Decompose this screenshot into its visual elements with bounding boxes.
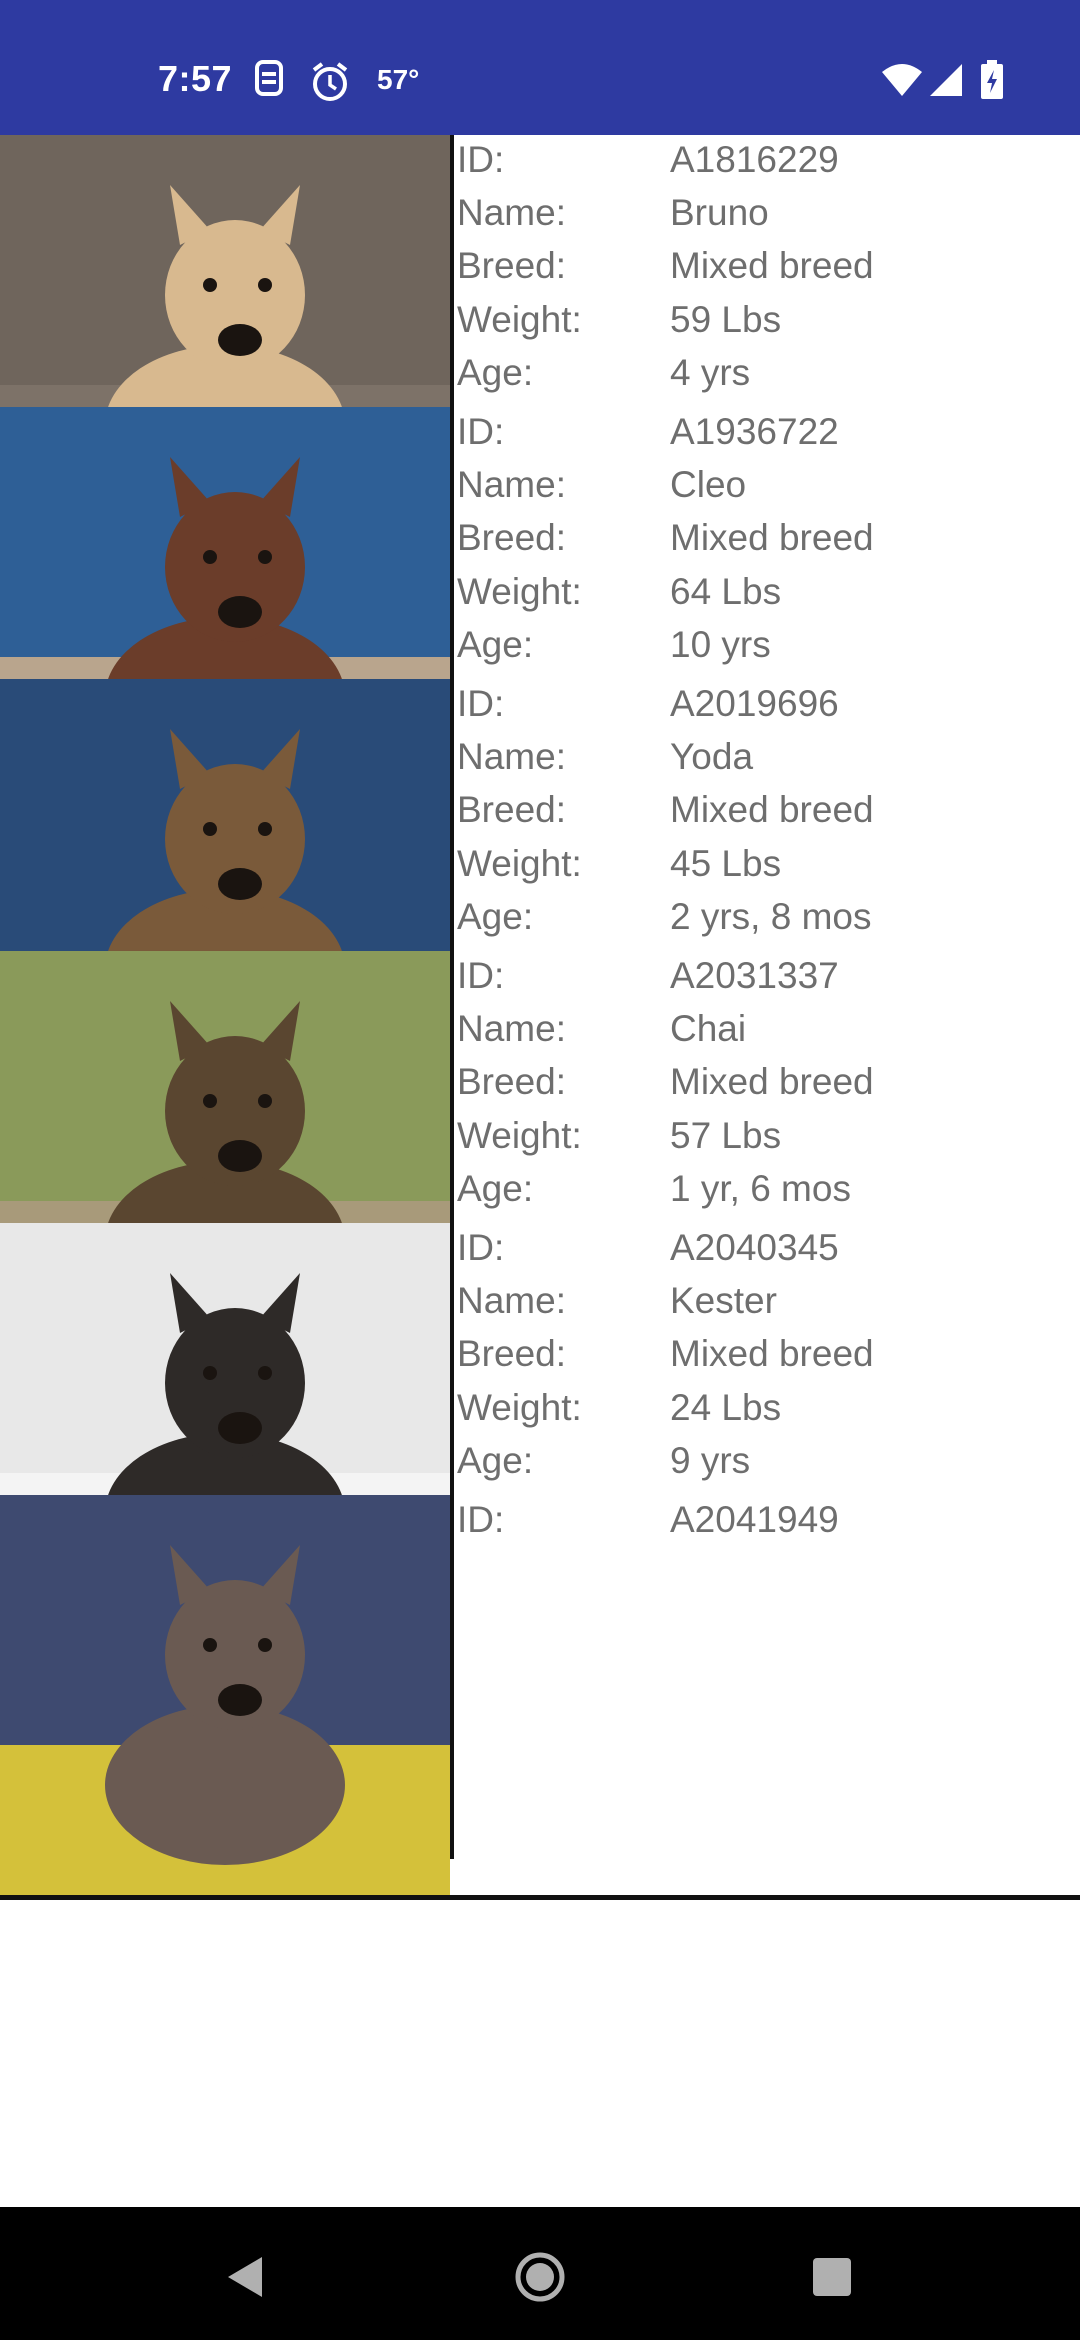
- field-label: Age:: [457, 351, 534, 393]
- field-value: 2 yrs, 8 mos: [670, 895, 872, 937]
- field-label: Weight:: [457, 842, 582, 884]
- field-value: 45 Lbs: [670, 842, 782, 884]
- field-label: Breed:: [457, 1333, 567, 1375]
- field-value: 64 Lbs: [670, 570, 782, 612]
- field-value: A1936722: [670, 411, 839, 452]
- field-label: Weight:: [457, 298, 582, 340]
- battery-charging-icon: [980, 60, 1004, 105]
- notification-icon: [252, 58, 286, 103]
- field-value: A1816229: [670, 139, 839, 180]
- field-label: ID:: [457, 955, 505, 996]
- wifi-icon: [880, 62, 924, 103]
- field-label: Name:: [457, 464, 566, 506]
- dog-list[interactable]: ID: A1816229 Name: Bruno Breed: Mixed breed We…: [0, 135, 1080, 2207]
- field-label: ID:: [457, 683, 505, 724]
- dog-yellow-flowers-photo: [0, 1495, 450, 1895]
- field-value: 24 Lbs: [670, 1386, 782, 1428]
- navigation-bar: [0, 2207, 1080, 2340]
- home-icon[interactable]: [514, 2251, 566, 2308]
- row-divider-horizontal: [0, 1895, 1080, 1900]
- field-value: Cleo: [670, 464, 747, 506]
- field-label: Weight:: [457, 1386, 582, 1428]
- field-value: 10 yrs: [670, 623, 771, 665]
- field-value: Mixed breed: [670, 789, 874, 831]
- status-time: 7:57: [158, 58, 233, 99]
- status-temperature: 57°: [377, 64, 420, 95]
- field-value: 57 Lbs: [670, 1114, 782, 1156]
- field-label: Age:: [457, 1167, 534, 1209]
- field-label: ID:: [457, 1499, 505, 1540]
- field-value: Kester: [670, 1280, 777, 1322]
- field-value: A2041949: [670, 1499, 839, 1540]
- field-label: Breed:: [457, 517, 567, 559]
- dog-list-item[interactable]: ID: A2041949: [0, 1495, 1080, 1901]
- field-value: A2031337: [670, 955, 839, 996]
- field-value: 1 yr, 6 mos: [670, 1167, 851, 1209]
- dog-info: ID: A2041949: [457, 1495, 1077, 1895]
- field-label: Weight:: [457, 570, 582, 612]
- field-label: Breed:: [457, 245, 567, 287]
- status-bar: 7:57 57°: [0, 0, 1080, 135]
- field-label: Breed:: [457, 789, 567, 831]
- field-value: Mixed breed: [670, 1333, 874, 1375]
- alarm-icon: [308, 60, 352, 109]
- back-icon[interactable]: [224, 2255, 264, 2304]
- field-label: ID:: [457, 411, 505, 452]
- field-value: Mixed breed: [670, 1061, 874, 1103]
- field-value: 59 Lbs: [670, 298, 782, 340]
- field-label: ID:: [457, 1227, 505, 1268]
- field-label: Age:: [457, 1439, 534, 1481]
- field-label: Name:: [457, 1008, 566, 1050]
- field-label: Breed:: [457, 1061, 567, 1103]
- field-value: 9 yrs: [670, 1439, 751, 1481]
- field-label: Name:: [457, 736, 566, 778]
- field-value: A2040345: [670, 1227, 839, 1268]
- field-label: Weight:: [457, 1114, 582, 1156]
- field-label: Age:: [457, 895, 534, 937]
- recents-icon[interactable]: [812, 2257, 852, 2302]
- field-value: Mixed breed: [670, 245, 874, 287]
- field-value: Chai: [670, 1008, 747, 1050]
- signal-icon: [928, 62, 964, 103]
- field-label: ID:: [457, 139, 505, 180]
- field-label: Age:: [457, 623, 534, 665]
- field-value: A2019696: [670, 683, 839, 724]
- field-value: 4 yrs: [670, 351, 751, 393]
- field-value: Yoda: [670, 736, 754, 778]
- field-label: Name:: [457, 192, 566, 234]
- row-divider-vertical: [450, 1495, 454, 1859]
- field-value: Bruno: [670, 192, 769, 234]
- field-value: Mixed breed: [670, 517, 874, 559]
- field-label: Name:: [457, 1280, 566, 1322]
